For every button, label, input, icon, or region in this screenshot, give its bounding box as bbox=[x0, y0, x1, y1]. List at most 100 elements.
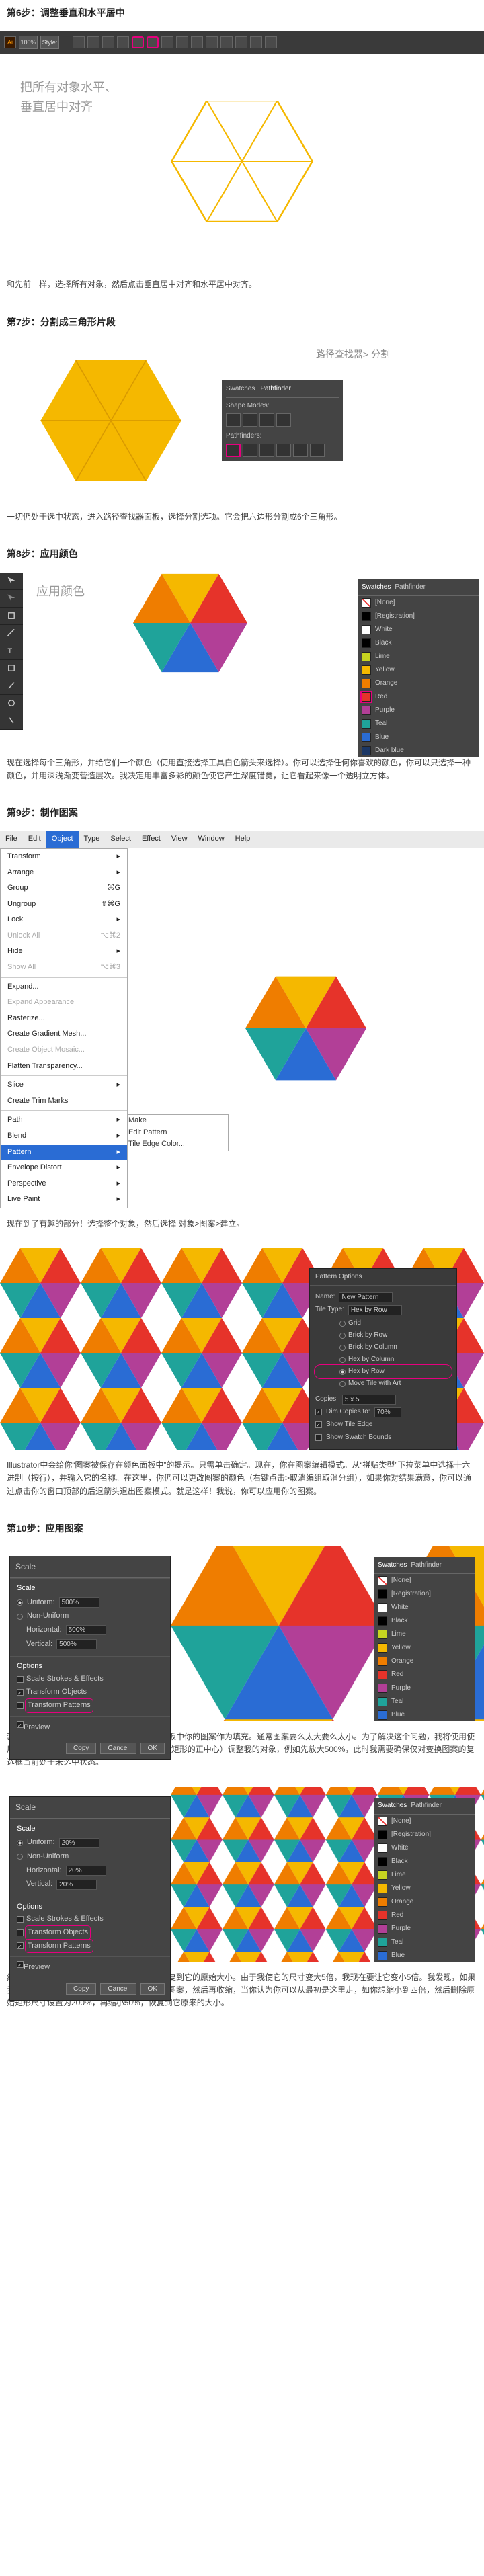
menu-effect[interactable]: Effect bbox=[136, 831, 166, 848]
tool-icon[interactable]: T bbox=[0, 642, 23, 660]
copies-select[interactable] bbox=[342, 1395, 396, 1405]
menu-object[interactable]: Object bbox=[46, 831, 79, 848]
checkbox-icon[interactable] bbox=[315, 1421, 322, 1428]
checkbox-icon[interactable] bbox=[17, 1961, 24, 1968]
tab-pathfinder[interactable]: Pathfinder bbox=[395, 582, 426, 593]
swatch-row[interactable]: Yellow bbox=[358, 663, 479, 677]
menu-item[interactable]: Hide▸ bbox=[1, 944, 127, 960]
uniform-input[interactable] bbox=[59, 1597, 99, 1608]
menu-window[interactable]: Window bbox=[193, 831, 230, 848]
menu-item[interactable]: Transform▸ bbox=[1, 849, 127, 865]
tab-pathfinder[interactable]: Pathfinder bbox=[260, 384, 291, 394]
tiletype-select[interactable] bbox=[348, 1305, 402, 1315]
menu-item[interactable]: Rasterize... bbox=[1, 1011, 127, 1027]
vert-input[interactable] bbox=[56, 1639, 97, 1649]
align-icon[interactable] bbox=[73, 36, 85, 48]
checkbox-icon[interactable] bbox=[17, 1702, 24, 1709]
swatch-row[interactable]: Black bbox=[374, 1614, 475, 1628]
menu-item[interactable]: Ungroup⇧⌘G bbox=[1, 897, 127, 913]
align-icon[interactable] bbox=[250, 36, 262, 48]
swatch-row[interactable]: White bbox=[374, 1841, 475, 1855]
tool-icon[interactable] bbox=[0, 608, 23, 625]
uniform-input[interactable] bbox=[59, 1838, 99, 1848]
menu-item[interactable]: Envelope Distort▸ bbox=[1, 1160, 127, 1176]
swatch-row[interactable]: Red bbox=[358, 690, 479, 704]
swatch-row[interactable]: [Registration] bbox=[374, 1587, 475, 1601]
swatch-row[interactable]: Black bbox=[374, 1855, 475, 1868]
menu-item[interactable]: Expand... bbox=[1, 979, 127, 995]
tool-icon[interactable] bbox=[0, 660, 23, 677]
cancel-button[interactable]: Cancel bbox=[100, 1983, 136, 1995]
swatch-row[interactable]: Purple bbox=[358, 704, 479, 717]
checkbox-icon[interactable] bbox=[17, 1676, 24, 1683]
menu-item[interactable]: Path▸ bbox=[1, 1112, 127, 1128]
align-icon[interactable] bbox=[265, 36, 277, 48]
submenu-item[interactable]: Tile Edge Color... bbox=[128, 1138, 228, 1151]
swatch-row[interactable]: [Registration] bbox=[374, 1828, 475, 1841]
tiletype-option[interactable]: Grid bbox=[315, 1317, 451, 1329]
radio-icon[interactable] bbox=[17, 1840, 23, 1846]
tab-swatches[interactable]: Swatches bbox=[378, 1800, 407, 1811]
radio-icon[interactable] bbox=[17, 1854, 23, 1860]
pf-btn[interactable] bbox=[293, 444, 308, 457]
pf-btn[interactable] bbox=[276, 444, 291, 457]
pf-btn[interactable] bbox=[243, 444, 257, 457]
align-icon[interactable] bbox=[102, 36, 114, 48]
align-icon[interactable] bbox=[206, 36, 218, 48]
radio-icon[interactable] bbox=[17, 1599, 23, 1606]
pf-btn[interactable] bbox=[310, 444, 325, 457]
swatch-row[interactable]: Teal bbox=[358, 717, 479, 731]
tool-icon[interactable] bbox=[0, 625, 23, 642]
menu-item[interactable]: Create Trim Marks bbox=[1, 1093, 127, 1110]
tiletype-option[interactable]: Brick by Column bbox=[315, 1341, 451, 1354]
menu-item[interactable]: Pattern▸ bbox=[1, 1145, 127, 1161]
tool-icon[interactable] bbox=[0, 573, 23, 590]
tab-swatches[interactable]: Swatches bbox=[362, 582, 391, 593]
tab-pathfinder[interactable]: Pathfinder bbox=[411, 1560, 442, 1571]
swatch-row[interactable]: Dark blue bbox=[358, 744, 479, 757]
swatch-row[interactable]: Teal bbox=[374, 1936, 475, 1949]
tab-swatches[interactable]: Swatches bbox=[378, 1560, 407, 1571]
align-icon[interactable] bbox=[235, 36, 247, 48]
menu-item[interactable]: Arrange▸ bbox=[1, 865, 127, 881]
zoom-select[interactable]: 100% bbox=[19, 36, 38, 49]
checkbox-icon[interactable] bbox=[17, 1942, 24, 1949]
tiletype-option[interactable]: Move Tile with Art bbox=[315, 1378, 451, 1390]
menu-item[interactable]: Live Paint▸ bbox=[1, 1192, 127, 1208]
pattern-name-input[interactable] bbox=[339, 1292, 393, 1302]
swatch-row[interactable]: [None] bbox=[358, 596, 479, 610]
swatch-row[interactable]: Blue bbox=[374, 1708, 475, 1721]
tool-icon[interactable] bbox=[0, 695, 23, 712]
swatch-row[interactable]: Purple bbox=[374, 1922, 475, 1936]
swatch-row[interactable]: Purple bbox=[374, 1681, 475, 1695]
checkbox-icon[interactable] bbox=[17, 1721, 24, 1728]
menu-item[interactable]: Group⌘G bbox=[1, 880, 127, 897]
menu-item[interactable]: Lock▸ bbox=[1, 912, 127, 928]
swatch-row[interactable]: Red bbox=[374, 1668, 475, 1681]
ok-button[interactable]: OK bbox=[140, 1983, 165, 1995]
menu-help[interactable]: Help bbox=[230, 831, 256, 848]
checkbox-icon[interactable] bbox=[315, 1434, 322, 1441]
swatch-row[interactable]: White bbox=[374, 1601, 475, 1614]
cancel-button[interactable]: Cancel bbox=[100, 1743, 136, 1754]
swatch-row[interactable]: [None] bbox=[374, 1574, 475, 1587]
tab-swatches[interactable]: Swatches bbox=[226, 384, 255, 394]
align-icon[interactable] bbox=[87, 36, 99, 48]
align-vcenter-icon[interactable] bbox=[132, 36, 144, 48]
tool-icon[interactable] bbox=[0, 712, 23, 730]
pf-btn[interactable] bbox=[276, 413, 291, 427]
align-hcenter-icon[interactable] bbox=[147, 36, 159, 48]
submenu-item[interactable]: Make bbox=[128, 1115, 228, 1127]
dim-input[interactable] bbox=[374, 1407, 401, 1417]
tool-icon[interactable] bbox=[0, 590, 23, 608]
swatch-row[interactable]: Blue bbox=[358, 731, 479, 744]
swatch-row[interactable]: Lime bbox=[374, 1868, 475, 1882]
tiletype-option[interactable]: Hex by Row bbox=[315, 1366, 451, 1378]
align-icon[interactable] bbox=[161, 36, 173, 48]
menu-item[interactable]: Blend▸ bbox=[1, 1128, 127, 1145]
menu-view[interactable]: View bbox=[166, 831, 193, 848]
ok-button[interactable]: OK bbox=[140, 1743, 165, 1754]
pf-btn[interactable] bbox=[259, 413, 274, 427]
swatch-row[interactable]: Lime bbox=[358, 650, 479, 663]
copy-button[interactable]: Copy bbox=[66, 1983, 96, 1995]
